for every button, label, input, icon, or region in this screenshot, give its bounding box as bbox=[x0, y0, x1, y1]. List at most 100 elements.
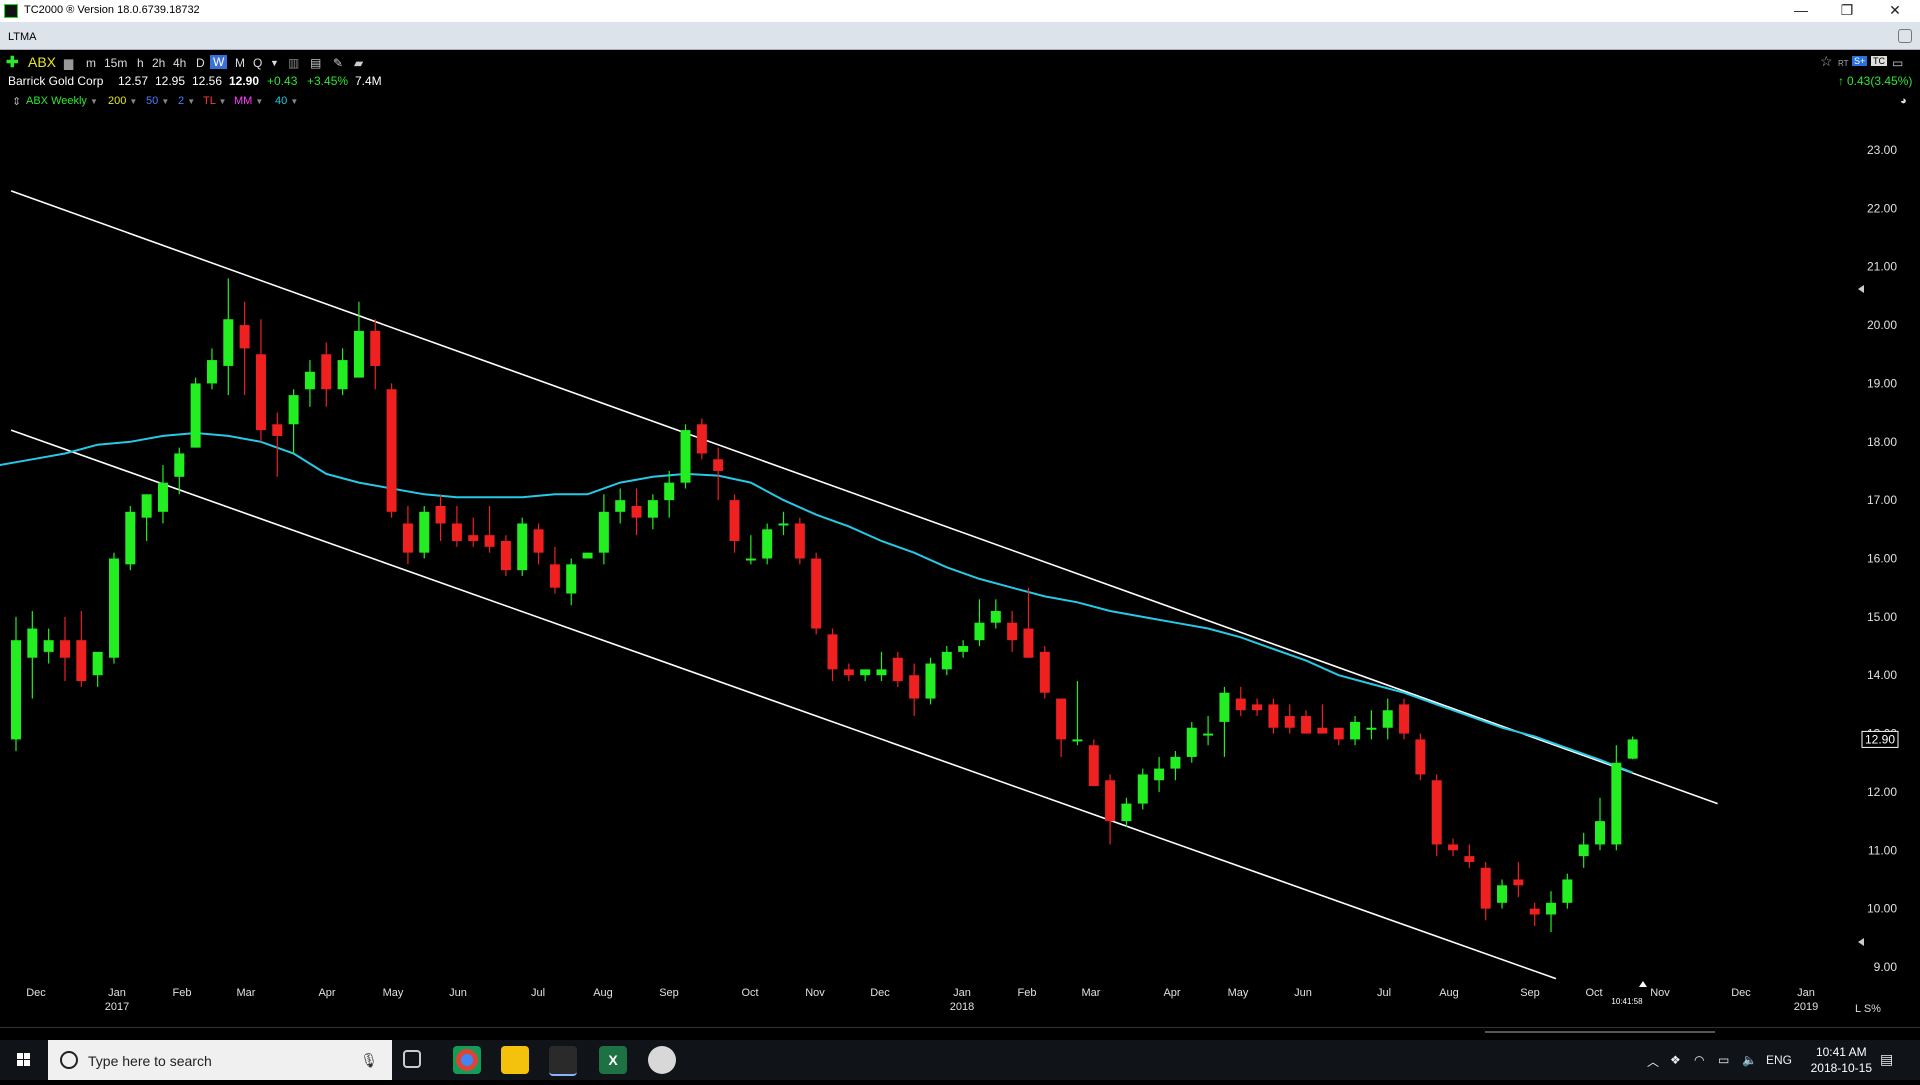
y-axis-tick-label: 12.00 bbox=[1867, 785, 1897, 799]
candle-body bbox=[1529, 908, 1540, 915]
clock-time: 10:41 AM bbox=[1815, 1045, 1867, 1059]
candle-body bbox=[1513, 879, 1524, 886]
palette-icon[interactable]: ◕ bbox=[1900, 95, 1907, 107]
trendline bbox=[10, 190, 1718, 805]
restore-pane-icon[interactable] bbox=[1898, 29, 1912, 43]
close-button[interactable]: ✕ bbox=[1872, 0, 1918, 22]
chevron-down-icon: ▼ bbox=[218, 97, 227, 106]
tray-chevron-icon[interactable]: ︿ bbox=[1647, 1053, 1659, 1070]
timeframe-w[interactable]: W bbox=[210, 55, 228, 69]
candle-body bbox=[909, 675, 920, 699]
timeframe-m[interactable]: m bbox=[86, 56, 96, 70]
candle-body bbox=[255, 354, 266, 431]
sort-icon[interactable]: ⇕ bbox=[12, 95, 21, 108]
y-axis-tick-label: 10.00 bbox=[1867, 902, 1897, 916]
candle-body bbox=[1399, 704, 1410, 734]
layout-icon[interactable]: ▭ bbox=[1892, 56, 1903, 70]
print-icon[interactable]: ▆ bbox=[64, 56, 73, 70]
minimize-button[interactable]: — bbox=[1778, 0, 1824, 22]
window-title: TC2000 ® Version 18.0.6739.18732 bbox=[24, 4, 200, 16]
candle-body bbox=[1121, 803, 1132, 822]
sticky-notes-icon[interactable] bbox=[501, 1046, 529, 1074]
chrome-icon[interactable] bbox=[453, 1046, 481, 1074]
indicator-tl[interactable]: TL ▼ bbox=[203, 95, 226, 107]
timeframe-m-month[interactable]: M bbox=[235, 56, 245, 70]
x-axis-tick-label: Feb bbox=[173, 987, 192, 999]
app-icon bbox=[4, 4, 18, 18]
timeframe-d[interactable]: D bbox=[196, 56, 205, 70]
timeframe-q[interactable]: Q bbox=[253, 56, 262, 70]
indicator-ma200[interactable]: 200 ▼ bbox=[108, 95, 137, 107]
table-icon[interactable]: ▤ bbox=[310, 56, 321, 70]
paint-app-icon[interactable] bbox=[648, 1046, 676, 1074]
candle-body bbox=[517, 523, 528, 571]
indicator-ma40[interactable]: 40 ▼ bbox=[275, 95, 298, 107]
indicator-ma50[interactable]: 50 ▼ bbox=[146, 95, 169, 107]
candle-body bbox=[860, 669, 871, 676]
scan-icon[interactable]: S+ bbox=[1852, 56, 1868, 66]
timeframe-h[interactable]: h bbox=[137, 56, 144, 70]
y-axis-tick-label: 21.00 bbox=[1867, 260, 1897, 274]
battery-icon[interactable]: ▭ bbox=[1718, 1053, 1729, 1067]
x-axis-tick-label: May bbox=[1228, 987, 1249, 999]
x-axis-year-label: 2018 bbox=[950, 1001, 974, 1013]
candle-body bbox=[1350, 721, 1361, 740]
x-axis-tick-label: Mar bbox=[237, 987, 256, 999]
x-axis-tick-label: Sep bbox=[659, 987, 679, 999]
taskbar-search[interactable]: Type here to search 🎙 bbox=[48, 1040, 392, 1080]
candle-body bbox=[1186, 727, 1197, 757]
indicator-2[interactable]: 2 ▼ bbox=[178, 95, 195, 107]
language-indicator[interactable]: ENG bbox=[1766, 1053, 1792, 1067]
task-view-icon[interactable] bbox=[403, 1050, 421, 1068]
y-axis-tick-label: 19.00 bbox=[1867, 376, 1897, 390]
last-price-label: 12.90 bbox=[1865, 732, 1895, 746]
y-axis-tick-label: 20.00 bbox=[1867, 318, 1897, 332]
candle-body bbox=[1105, 780, 1116, 822]
bottom-strip bbox=[0, 1025, 1920, 1037]
timeframe-4h[interactable]: 4h bbox=[173, 56, 186, 70]
x-axis-tick-label: Mar bbox=[1082, 987, 1101, 999]
divider bbox=[0, 1027, 1920, 1028]
add-icon[interactable]: ✚ bbox=[6, 53, 19, 71]
candle-body bbox=[680, 430, 691, 483]
x-axis-tick-label: Oct bbox=[741, 987, 758, 999]
indicator-label: 2 bbox=[178, 95, 185, 107]
price-chart[interactable]: 23.00 22.00 21.00 20.00 19.00 18.00 17.00 16.00… bbox=[0, 110, 1920, 1025]
scrollbar[interactable] bbox=[1485, 1031, 1715, 1033]
y-axis-tick-label: 15.00 bbox=[1867, 610, 1897, 624]
tc-icon[interactable]: TC bbox=[1871, 56, 1887, 66]
tc2000-taskbar-icon[interactable] bbox=[549, 1046, 577, 1076]
candle-body bbox=[402, 523, 413, 553]
candle-body bbox=[108, 558, 119, 658]
start-button[interactable] bbox=[0, 1040, 48, 1080]
timeframe-2h[interactable]: 2h bbox=[152, 56, 165, 70]
candle-body bbox=[974, 622, 985, 641]
indicator-price[interactable]: ABX Weekly ▼ bbox=[26, 95, 98, 107]
microphone-icon[interactable]: 🎙 bbox=[360, 1052, 378, 1069]
candle-body bbox=[190, 383, 201, 448]
candle-body bbox=[549, 564, 560, 588]
realtime-icon[interactable]: RT bbox=[1838, 59, 1849, 68]
star-icon[interactable]: ☆ bbox=[1820, 53, 1833, 70]
candle-body bbox=[1448, 844, 1459, 851]
excel-icon[interactable]: X bbox=[599, 1046, 627, 1074]
indicator-mm[interactable]: MM ▼ bbox=[234, 95, 263, 107]
taskbar-clock[interactable]: 10:41 AM 2018-10-15 bbox=[1811, 1044, 1872, 1076]
quote-low: 12.56 bbox=[192, 74, 223, 88]
timeframe-15m[interactable]: 15m bbox=[104, 56, 127, 70]
symbol-label[interactable]: ABX bbox=[28, 54, 56, 70]
volume-icon[interactable]: 🔈 bbox=[1742, 1053, 1757, 1067]
restore-button[interactable]: ❐ bbox=[1824, 0, 1870, 22]
x-axis-tick-label: Aug bbox=[593, 987, 613, 999]
candle-body bbox=[206, 360, 217, 384]
paint-icon[interactable]: ▰ bbox=[354, 56, 363, 70]
timeframe-dropdown-icon[interactable]: ▼ bbox=[270, 58, 279, 68]
candle-body bbox=[288, 395, 299, 425]
chart-type-icon[interactable]: ▥ bbox=[288, 56, 299, 70]
candle-body bbox=[386, 389, 397, 512]
wifi-icon[interactable]: ◠ bbox=[1694, 1053, 1704, 1067]
draw-pencil-icon[interactable]: ✎ bbox=[333, 56, 343, 70]
layout-bar: LTMA bbox=[0, 22, 1920, 50]
notifications-icon[interactable]: ▤ bbox=[1880, 1051, 1893, 1068]
dropbox-icon[interactable]: ❖ bbox=[1670, 1053, 1681, 1067]
